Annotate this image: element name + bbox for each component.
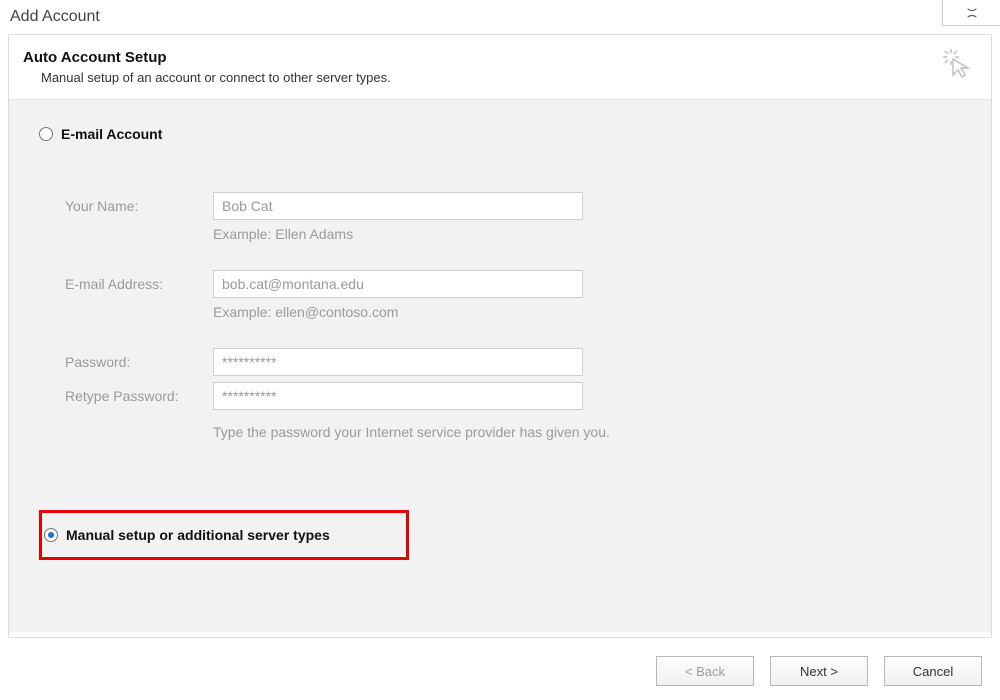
titlebar: Add Account — [0, 0, 1000, 34]
password-hint: Type the password your Internet service … — [213, 424, 961, 440]
header-subtitle: Manual setup of an account or connect to… — [41, 70, 391, 85]
option-manual-setup-label: Manual setup or additional server types — [66, 527, 330, 543]
option-email-account[interactable]: E-mail Account — [39, 126, 961, 142]
name-input[interactable]: Bob Cat — [213, 192, 583, 220]
header-title: Auto Account Setup — [23, 49, 391, 66]
cursor-sparkle-icon — [943, 49, 973, 82]
retype-password-label: Retype Password: — [65, 388, 213, 404]
dialog-footer: < Back Next > Cancel — [8, 642, 992, 700]
dialog-body: Auto Account Setup Manual setup of an ac… — [8, 34, 992, 638]
close-button[interactable] — [942, 0, 1000, 26]
radio-icon — [44, 528, 58, 542]
email-fields-group: Your Name: Bob Cat Example: Ellen Adams … — [65, 192, 961, 440]
radio-icon — [39, 127, 53, 141]
option-manual-setup[interactable]: Manual setup or additional server types — [42, 527, 398, 543]
dialog-header: Auto Account Setup Manual setup of an ac… — [9, 35, 991, 100]
name-example: Example: Ellen Adams — [213, 226, 961, 242]
next-button[interactable]: Next > — [770, 656, 868, 686]
highlight-box: Manual setup or additional server types — [39, 510, 409, 560]
close-icon — [966, 7, 978, 19]
email-label: E-mail Address: — [65, 276, 213, 292]
name-label: Your Name: — [65, 198, 213, 214]
retype-password-input[interactable]: ********** — [213, 382, 583, 410]
window-title: Add Account — [10, 8, 100, 26]
email-input[interactable]: bob.cat@montana.edu — [213, 270, 583, 298]
email-example: Example: ellen@contoso.com — [213, 304, 961, 320]
password-input[interactable]: ********** — [213, 348, 583, 376]
form-area: E-mail Account Your Name: Bob Cat Exampl… — [9, 100, 991, 632]
option-email-account-label: E-mail Account — [61, 126, 162, 142]
password-label: Password: — [65, 354, 213, 370]
back-button[interactable]: < Back — [656, 656, 754, 686]
cancel-button[interactable]: Cancel — [884, 656, 982, 686]
